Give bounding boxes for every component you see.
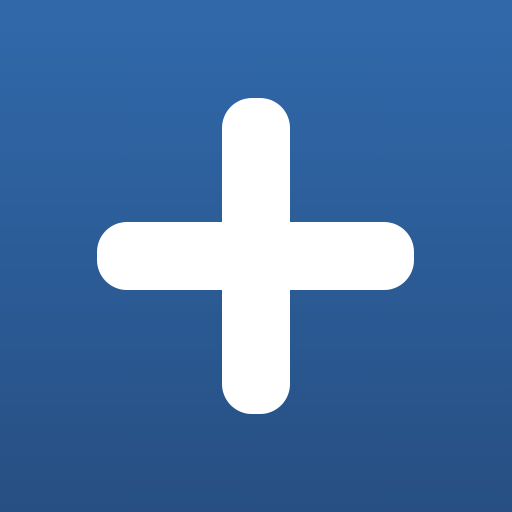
app-icon-tile[interactable] [0,0,512,512]
plus-horizontal-bar [97,222,414,290]
plus-icon [0,0,512,512]
